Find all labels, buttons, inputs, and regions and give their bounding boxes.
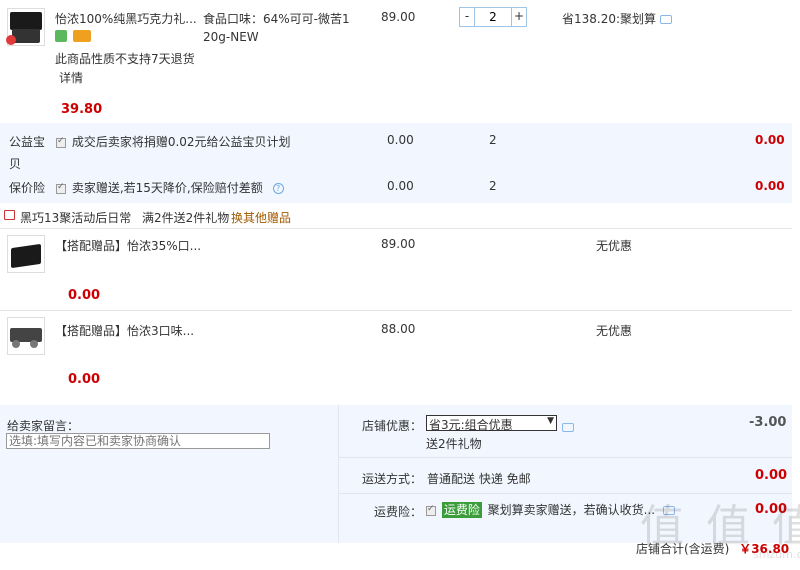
freight-insurance-option[interactable]: 运费险 聚划算卖家赠送，若确认收货... [426, 501, 675, 518]
gift-activity: 黑巧13聚活动后日常 [20, 211, 132, 225]
order-footer-panel: 给卖家留言： 店铺优惠： 省3元:组合优惠 ▼ 送2件礼物 -3.00 运送方式… [0, 405, 792, 543]
chat-icon[interactable] [562, 423, 574, 432]
chat-icon[interactable] [662, 506, 675, 515]
shop-discount-amount: -3.00 [749, 415, 787, 430]
seller-badge-icon [55, 29, 67, 42]
shipping-label: 运送方式： [362, 472, 423, 486]
detail-link[interactable]: 详情 [59, 69, 83, 86]
charity-total: 0.00 [755, 133, 785, 147]
gift-total: 0.00 [68, 288, 101, 303]
shop-total: 店铺合计(含运费) ￥36.80 [636, 540, 789, 557]
item-promo: 省138.20:聚划算 [562, 10, 672, 27]
gift-price: 89.00 [381, 237, 416, 251]
message-label: 给卖家留言： [7, 419, 80, 433]
gift-row: 【搭配赠品】怡浓35%口... 89.00 无优惠 0.00 [0, 229, 792, 311]
change-gift-link[interactable]: 换其他赠品 [231, 209, 291, 226]
insurance-label: 保价险 [9, 181, 46, 195]
panel-divider [338, 405, 339, 543]
charity-price: 0.00 [387, 133, 414, 147]
gift-price: 88.00 [381, 322, 416, 336]
panel-row-divider [338, 457, 792, 458]
gift-promo: 无优惠 [596, 239, 633, 253]
charity-qty: 2 [489, 133, 497, 147]
shop-discount-label: 店铺优惠： [362, 419, 423, 433]
insurance-total: 0.00 [755, 179, 785, 193]
shop-total-label: 店铺合计(含运费) [636, 542, 730, 556]
gift-title-link[interactable]: 【搭配赠品】怡浓3口味... [55, 322, 194, 339]
product-spec: 食品口味：64%可可-微苦120g-NEW [203, 12, 350, 44]
card-badge-icon [72, 29, 91, 42]
freight-insurance-badge: 运费险 [441, 502, 482, 518]
product-badges [55, 28, 91, 42]
gift-thumbnail[interactable] [7, 235, 45, 273]
sale-price: 39.80 [61, 102, 103, 117]
gift-icon [4, 210, 15, 220]
quantity-minus-button[interactable]: - [460, 8, 475, 26]
gift-promo: 无优惠 [596, 324, 633, 338]
gift-header: 黑巧13聚活动后日常 满2件送2件礼物 换其他赠品 [0, 203, 792, 229]
product-no-return-note: 此商品性质不支持7天退货 [55, 52, 195, 66]
insurance-text: 卖家赠送,若15天降价,保险赔付差额 [71, 181, 263, 195]
shipping-value: 普通配送 快递 免邮 [427, 472, 531, 486]
product-title-link[interactable]: 怡浓100%纯黑巧克力礼... [55, 10, 197, 27]
chevron-down-icon: ▼ [547, 416, 554, 426]
gift-rule: 满2件送2件礼物 [142, 211, 230, 225]
insurance-row: 保价险 卖家赠送,若15天降价,保险赔付差额 ? 0.00 2 0.00 [0, 173, 792, 203]
shipping-amount: 0.00 [755, 468, 788, 483]
gift-total: 0.00 [68, 372, 101, 387]
help-icon[interactable]: ? [272, 183, 284, 194]
shop-discount-select[interactable]: 省3元:组合优惠 ▼ [426, 415, 557, 432]
charity-text: 成交后卖家将捐赠0.02元给公益宝贝计划 [71, 135, 291, 149]
quantity-plus-button[interactable]: + [511, 8, 526, 26]
freight-insurance-amount: 0.00 [755, 502, 788, 517]
charity-checkbox[interactable] [56, 136, 66, 148]
message-input[interactable] [6, 433, 270, 449]
product-thumbnail[interactable] [6, 8, 45, 46]
quantity-stepper[interactable]: - + [459, 7, 527, 27]
charity-label: 公益宝贝 [9, 135, 46, 171]
freight-insurance-text: 聚划算卖家赠送，若确认收货... [487, 503, 656, 517]
insurance-checkbox[interactable] [56, 182, 66, 194]
insurance-price: 0.00 [387, 179, 414, 193]
shop-discount-gift-note: 送2件礼物 [426, 437, 482, 451]
charity-row: 公益宝贝 成交后卖家将捐赠0.02元给公益宝贝计划 0.00 2 0.00 [0, 123, 792, 173]
shop-discount-value: 省3元:组合优惠 [429, 418, 513, 432]
gift-thumbnail[interactable] [7, 317, 45, 355]
product-row: 怡浓100%纯黑巧克力礼... 此商品性质不支持7天退货 详情 39.80 食品… [0, 0, 792, 123]
panel-row-divider [338, 493, 792, 494]
freight-insurance-label: 运费险： [374, 505, 423, 519]
charity-option[interactable]: 成交后卖家将捐赠0.02元给公益宝贝计划 [56, 133, 291, 150]
chat-icon[interactable] [659, 15, 672, 24]
shop-total-amount: ￥36.80 [739, 542, 790, 556]
quantity-input[interactable] [476, 8, 510, 26]
promo-sticker-icon [6, 35, 16, 45]
gift-row: 【搭配赠品】怡浓3口味... 88.00 无优惠 0.00 [0, 311, 792, 393]
gift-title-link[interactable]: 【搭配赠品】怡浓35%口... [55, 237, 201, 254]
insurance-option[interactable]: 卖家赠送,若15天降价,保险赔付差额 ? [56, 179, 284, 196]
freight-insurance-checkbox[interactable] [426, 504, 436, 516]
item-promo-text: 省138.20:聚划算 [562, 12, 657, 26]
insurance-qty: 2 [489, 179, 497, 193]
unit-price: 89.00 [381, 10, 416, 24]
